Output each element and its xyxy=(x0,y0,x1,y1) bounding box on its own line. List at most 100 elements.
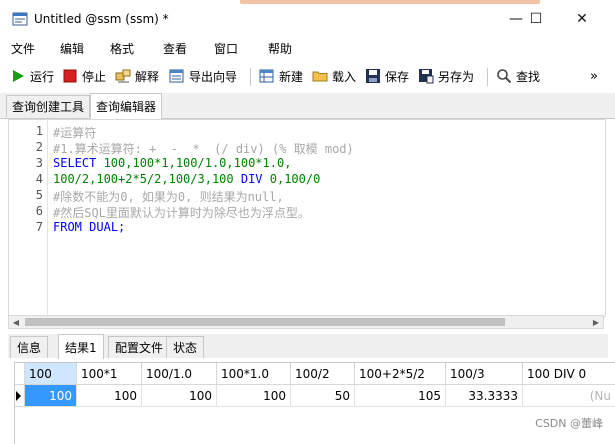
grid-cell[interactable]: 105 xyxy=(355,385,446,407)
tab-query-editor[interactable]: 查询编辑器 xyxy=(90,93,163,119)
grid-cell[interactable]: 50 xyxy=(291,385,355,407)
line-number: 4 xyxy=(35,172,43,186)
line-number: 3 xyxy=(35,156,43,170)
grid-cell-null[interactable]: (Nu xyxy=(523,385,615,407)
tab-status[interactable]: 状态 xyxy=(166,336,205,358)
search-icon xyxy=(497,69,512,84)
menu-format[interactable]: 格式 xyxy=(110,40,134,57)
grid-corner xyxy=(15,363,25,385)
explain-label: 解释 xyxy=(135,69,160,84)
run-label: 运行 xyxy=(30,69,55,84)
stop-label: 停止 xyxy=(82,69,107,84)
line-number: 5 xyxy=(35,188,43,202)
export-wizard-label: 导出向导 xyxy=(189,69,238,84)
toolbar-separator xyxy=(487,68,488,86)
run-button[interactable]: 运行 xyxy=(10,66,54,86)
grid-cell[interactable]: 100 xyxy=(25,385,77,407)
save-as-label: 另存为 xyxy=(438,69,475,84)
keyword-select: SELECT xyxy=(53,156,97,170)
column-header[interactable]: 100/3 xyxy=(446,363,523,385)
menu-file[interactable]: 文件 xyxy=(11,40,35,57)
scroll-right-icon[interactable]: ▶ xyxy=(589,316,603,328)
export-wizard-button[interactable]: 导出向导 xyxy=(169,66,237,86)
save-disk-icon xyxy=(366,69,380,83)
new-query-icon xyxy=(259,69,274,83)
column-header[interactable]: 100/1.0 xyxy=(142,363,217,385)
toolbar: 运行 停止 解释 导出向导 新建 载入 保存 另存为 查找 » xyxy=(0,62,615,90)
tab-info[interactable]: 信息 xyxy=(10,336,49,358)
sql-editor[interactable]: 1 2 3 4 5 6 7 #运算符 #1.算术运算符: + - * (/ di… xyxy=(8,119,606,317)
column-header[interactable]: 100 DIV 0 xyxy=(523,363,615,385)
export-icon xyxy=(169,69,184,83)
grid-cell[interactable]: 33.3333 xyxy=(446,385,523,407)
code-values: 100,100*1,100/1.0,100*1.0, xyxy=(96,156,292,170)
menu-view[interactable]: 查看 xyxy=(163,40,187,57)
editor-horizontal-scrollbar[interactable]: ◀ ▶ xyxy=(8,315,604,329)
stop-button[interactable]: 停止 xyxy=(62,66,106,86)
find-button[interactable]: 查找 xyxy=(496,66,540,86)
column-header[interactable]: 100 xyxy=(25,363,77,385)
tab-query-builder[interactable]: 查询创建工具 xyxy=(6,95,91,117)
watermark: CSDN @蕾峰 xyxy=(535,417,603,430)
explain-button[interactable]: 解释 xyxy=(115,66,159,86)
line-number: 7 xyxy=(35,220,43,234)
menu-bar: 文件 编辑 格式 查看 窗口 帮助 xyxy=(0,36,615,60)
code-line-comment: #然后SQL里面默认为计算时为除尽也为浮点型。 xyxy=(53,206,310,220)
menu-window[interactable]: 窗口 xyxy=(214,40,238,57)
close-button[interactable]: ✕ xyxy=(562,6,602,32)
keyword-dual: DUAL; xyxy=(89,220,126,234)
code-line-from: FROM DUAL; xyxy=(53,220,125,234)
code-values: 0,100/0 xyxy=(262,172,321,186)
column-header[interactable]: 100*1.0 xyxy=(217,363,291,385)
editor-tabs: 查询创建工具 查询编辑器 xyxy=(0,93,615,119)
load-button[interactable]: 载入 xyxy=(312,66,356,86)
scrollbar-thumb[interactable] xyxy=(25,318,505,326)
column-header[interactable]: 100/2 xyxy=(291,363,355,385)
line-number: 2 xyxy=(35,140,43,154)
save-label: 保存 xyxy=(385,69,410,84)
menu-edit[interactable]: 编辑 xyxy=(60,40,84,57)
code-line-expressions: 100/2,100+2*5/2,100/3,100 DIV 0,100/0 xyxy=(53,172,320,186)
new-button[interactable]: 新建 xyxy=(259,66,303,86)
column-header[interactable]: 100+2*5/2 xyxy=(355,363,446,385)
code-line-comment: #1.算术运算符: + - * (/ div) (% 取模 mod) xyxy=(53,142,354,156)
tab-profile[interactable]: 配置文件 xyxy=(108,336,171,358)
code-line-comment: #除数不能为0, 如果为0, 则结果为null, xyxy=(53,190,284,204)
toolbar-overflow-button[interactable]: » xyxy=(590,66,598,86)
database-app-icon xyxy=(12,12,28,26)
result-tabs: 信息 结果1 配置文件 状态 xyxy=(8,334,608,359)
row-indicator[interactable] xyxy=(15,385,25,407)
current-row-arrow-icon xyxy=(16,391,21,401)
title-bar: Untitled @ssm (ssm) * — ☐ ✕ xyxy=(0,6,615,32)
explain-icon xyxy=(115,69,131,83)
window-title: Untitled @ssm (ssm) * xyxy=(34,12,169,26)
toolbar-separator xyxy=(250,68,251,86)
play-icon xyxy=(13,70,24,82)
grid-cell[interactable]: 100 xyxy=(142,385,217,407)
maximize-button[interactable]: ☐ xyxy=(516,6,556,32)
new-label: 新建 xyxy=(279,69,304,84)
keyword-div: DIV xyxy=(240,172,263,186)
code-values: 100/2,100+2*5/2,100/3,100 xyxy=(53,172,241,186)
ad-banner-remnant xyxy=(240,0,540,4)
line-number: 6 xyxy=(35,204,43,218)
menu-help[interactable]: 帮助 xyxy=(268,40,292,57)
save-as-button[interactable]: 另存为 xyxy=(418,66,474,86)
tab-result1[interactable]: 结果1 xyxy=(58,334,104,359)
save-button[interactable]: 保存 xyxy=(365,66,409,86)
save-as-icon xyxy=(419,69,434,84)
column-header[interactable]: 100*1 xyxy=(77,363,142,385)
scroll-left-icon[interactable]: ◀ xyxy=(9,316,23,328)
result-grid[interactable]: 100 100*1 100/1.0 100*1.0 100/2 100+2*5/… xyxy=(14,362,615,444)
code-line-select: SELECT 100,100*1,100/1.0,100*1.0, xyxy=(53,156,291,170)
stop-icon xyxy=(63,69,77,83)
folder-icon xyxy=(312,71,328,82)
load-label: 载入 xyxy=(332,69,357,84)
line-number: 1 xyxy=(35,124,43,138)
keyword-from: FROM xyxy=(53,220,82,234)
line-number-gutter: 1 2 3 4 5 6 7 xyxy=(9,120,48,316)
find-label: 查找 xyxy=(516,69,541,84)
code-line-comment: #运算符 xyxy=(53,126,97,140)
grid-cell[interactable]: 100 xyxy=(217,385,291,407)
grid-cell[interactable]: 100 xyxy=(77,385,142,407)
